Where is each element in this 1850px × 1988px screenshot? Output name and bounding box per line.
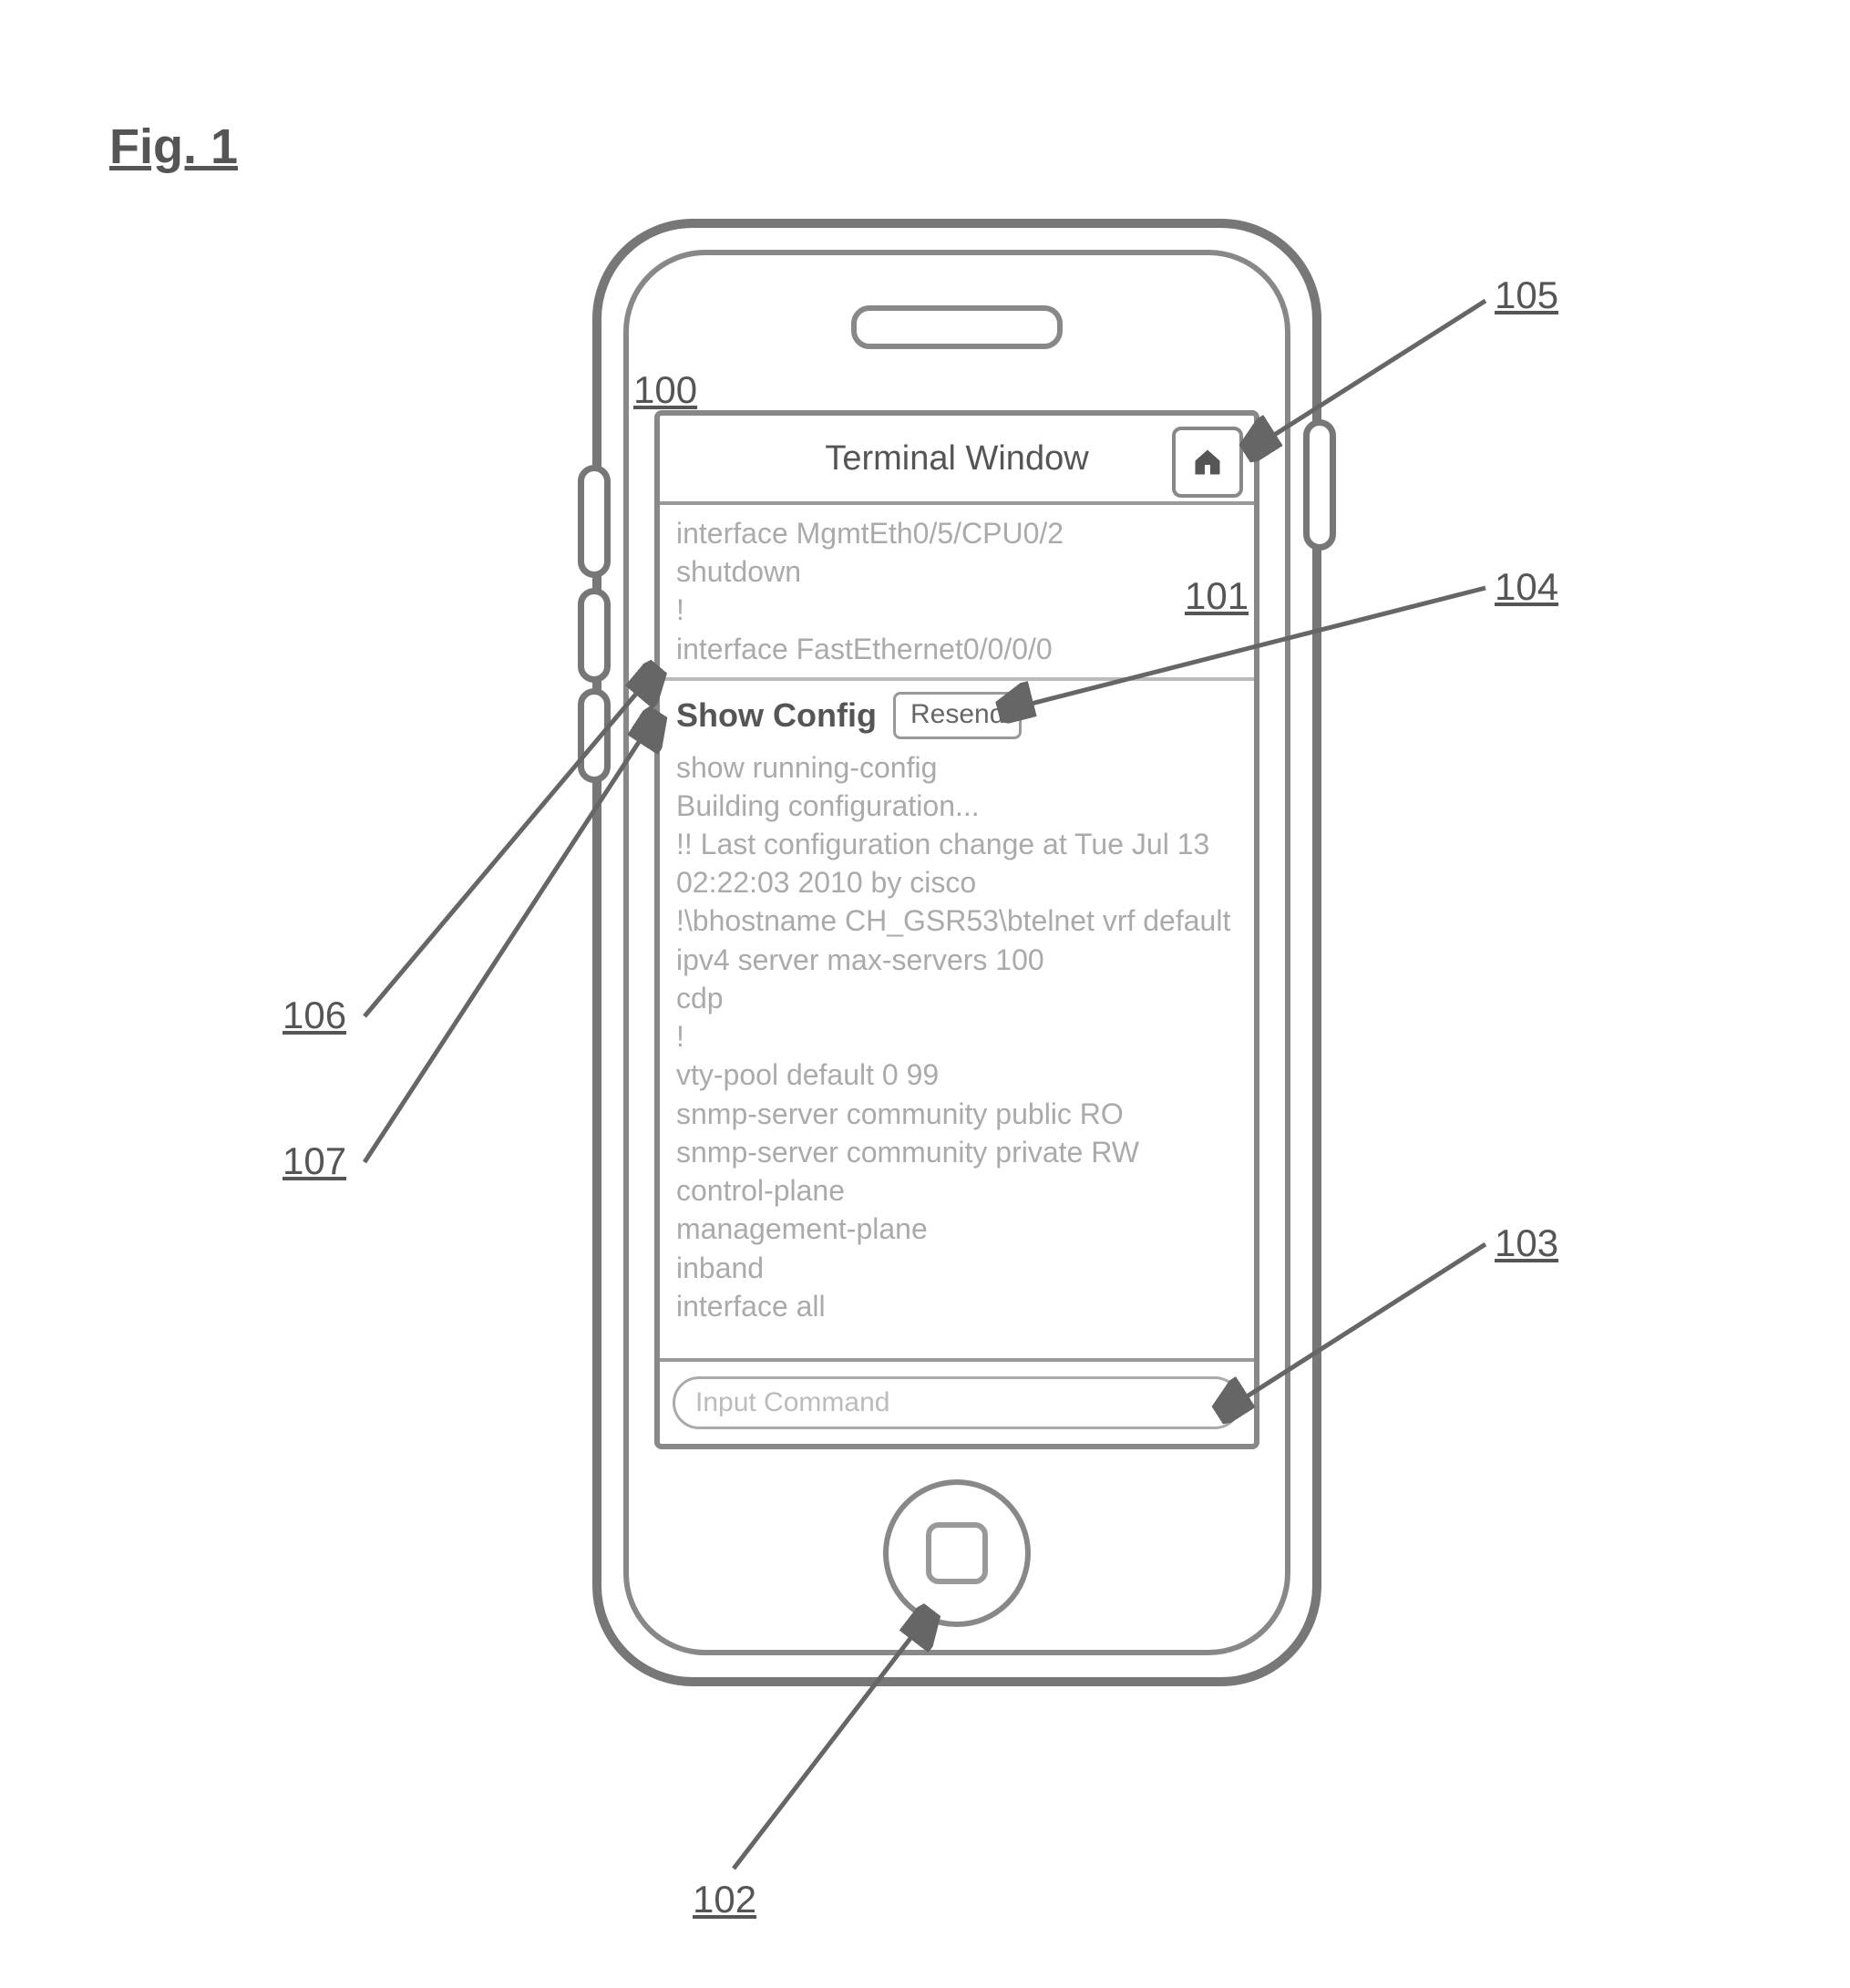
home-icon-button[interactable]: [1172, 427, 1243, 498]
terminal-line: shutdown: [676, 552, 1238, 591]
side-button-2[interactable]: [578, 588, 611, 683]
terminal-line: !: [676, 1017, 1238, 1056]
terminal-line: control-plane: [676, 1171, 1238, 1210]
terminal-line: ipv4 server max-servers 100: [676, 941, 1238, 979]
callout-107: 107: [283, 1139, 346, 1183]
response-divider: [660, 677, 1254, 685]
side-button-3[interactable]: [578, 688, 611, 783]
phone-body: Terminal Window interface MgmtEth0/5/CPU…: [592, 219, 1321, 1686]
home-button[interactable]: [883, 1479, 1031, 1627]
terminal-line: vty-pool default 0 99: [676, 1056, 1238, 1094]
power-button[interactable]: [1303, 419, 1336, 551]
home-icon: [1191, 446, 1224, 479]
home-button-icon: [926, 1522, 988, 1584]
terminal-line: !\bhostname CH_GSR53\btelnet vrf default: [676, 901, 1238, 940]
terminal-line: interface all: [676, 1287, 1238, 1325]
screen: Terminal Window interface MgmtEth0/5/CPU…: [654, 410, 1259, 1449]
callout-102: 102: [693, 1878, 756, 1921]
terminal-line: 02:22:03 2010 by cisco: [676, 863, 1238, 901]
title-bar: Terminal Window: [660, 416, 1254, 505]
terminal-line: Building configuration...: [676, 787, 1238, 825]
terminal-output: interface MgmtEth0/5/CPU0/2shutdown!inte…: [660, 505, 1254, 1358]
callout-101: 101: [1185, 574, 1249, 618]
terminal-line: inband: [676, 1249, 1238, 1287]
terminal-line: interface FastEthernet0/0/0/0: [676, 630, 1238, 668]
terminal-line: interface MgmtEth0/5/CPU0/2: [676, 514, 1238, 552]
callout-104: 104: [1495, 565, 1558, 609]
terminal-line: show running-config: [676, 748, 1238, 787]
terminal-line: snmp-server community private RW: [676, 1133, 1238, 1171]
input-bar: Input Command: [660, 1358, 1254, 1444]
terminal-line: management-plane: [676, 1210, 1238, 1248]
terminal-line: snmp-server community public RO: [676, 1095, 1238, 1133]
resend-button[interactable]: Resend: [893, 692, 1022, 739]
command-input[interactable]: Input Command: [673, 1376, 1241, 1429]
callout-105: 105: [1495, 273, 1558, 317]
terminal-line: !! Last configuration change at Tue Jul …: [676, 825, 1238, 863]
terminal-line: !: [676, 591, 1238, 629]
section-title: Show Config: [676, 694, 877, 737]
window-title: Terminal Window: [825, 439, 1088, 479]
command-input-placeholder: Input Command: [695, 1387, 889, 1418]
figure-label: Fig. 1: [109, 118, 238, 175]
section-header: Show Config Resend: [676, 692, 1238, 739]
terminal-line: cdp: [676, 979, 1238, 1017]
callout-106: 106: [283, 994, 346, 1037]
side-button-1[interactable]: [578, 465, 611, 578]
callout-100: 100: [633, 368, 697, 412]
earpiece: [851, 305, 1063, 349]
callout-103: 103: [1495, 1221, 1558, 1265]
